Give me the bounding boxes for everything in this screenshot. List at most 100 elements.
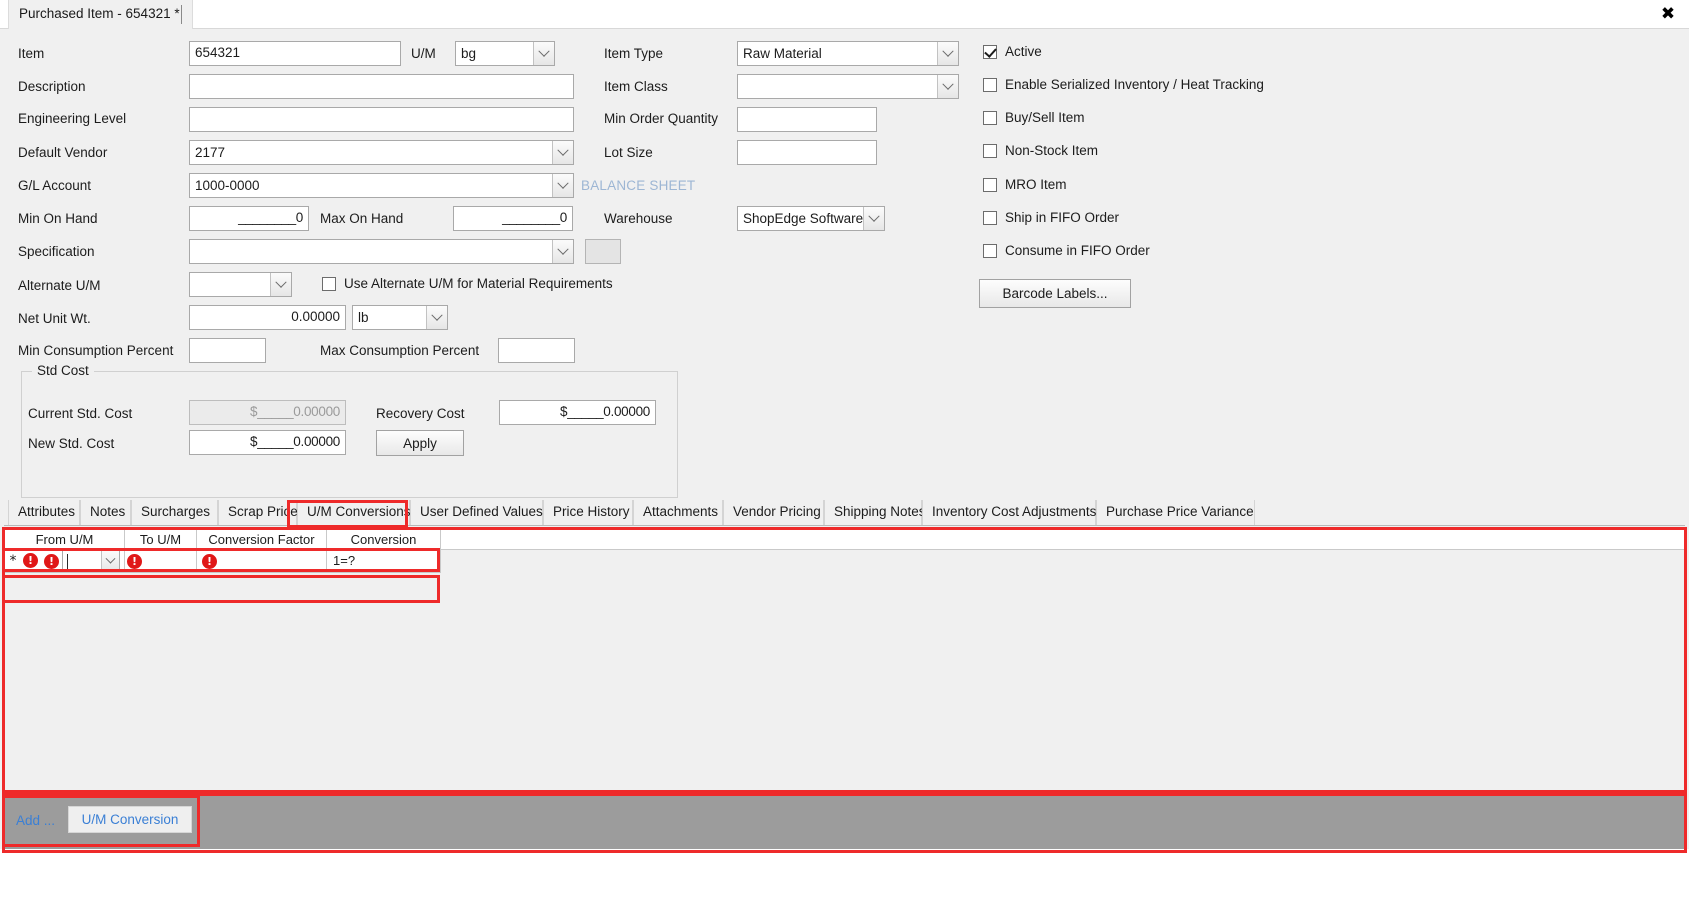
max-consumption-percent-input[interactable]	[498, 338, 575, 363]
tab-attachments[interactable]: Attachments	[633, 500, 723, 525]
chevron-down-icon[interactable]	[552, 141, 573, 164]
checkbox-buy-sell-item-label: Buy/Sell Item	[1005, 110, 1085, 125]
chevron-down-icon[interactable]	[426, 306, 447, 329]
item-input[interactable]: 654321	[189, 41, 401, 66]
apply-button[interactable]: Apply	[376, 430, 464, 456]
checkbox-buy-sell-item[interactable]: Buy/Sell Item	[983, 110, 1085, 125]
document-tab-purchased-item[interactable]: Purchased Item - 654321 *	[8, 0, 193, 29]
net-unit-wt-input[interactable]: 0.00000	[189, 305, 346, 330]
label-min-consumption-percent: Min Consumption Percent	[18, 343, 174, 358]
add-link[interactable]: Add ...	[16, 813, 55, 828]
min-consumption-percent-input[interactable]	[189, 338, 266, 363]
table-row[interactable]: * ! ! ! ! 1=?	[5, 550, 441, 573]
item-class-combobox[interactable]	[737, 74, 959, 99]
item-type-value: Raw Material	[743, 46, 822, 61]
label-specification: Specification	[18, 244, 95, 259]
label-description: Description	[18, 79, 86, 94]
chevron-down-icon[interactable]	[552, 240, 573, 263]
label-alternate-um: Alternate U/M	[18, 278, 101, 293]
balance-sheet-text: BALANCE SHEET	[581, 178, 696, 193]
cell-to-um[interactable]: !	[125, 550, 197, 572]
tab-vendor-pricing[interactable]: Vendor Pricing	[723, 500, 824, 525]
alternate-um-combobox[interactable]	[189, 272, 292, 297]
label-current-std-cost: Current Std. Cost	[28, 406, 133, 421]
row-error-icon[interactable]: !	[23, 553, 38, 568]
label-gl-account: G/L Account	[18, 178, 92, 193]
grid-header-to-um[interactable]: To U/M	[125, 530, 197, 549]
um-conversions-grid: From U/M To U/M Conversion Factor Conver…	[4, 529, 1685, 792]
use-alternate-um-checkbox[interactable]: Use Alternate U/M for Material Requireme…	[322, 276, 613, 291]
checkbox-box	[983, 77, 997, 92]
to-um-error-icon[interactable]: !	[127, 553, 142, 569]
close-icon[interactable]: ✖	[1657, 3, 1679, 25]
chevron-down-icon[interactable]	[937, 75, 958, 98]
warehouse-combobox[interactable]: ShopEdge Software	[737, 206, 885, 231]
gl-account-combobox[interactable]: 1000-0000	[189, 173, 574, 198]
min-on-hand-input[interactable]: ________0	[189, 206, 309, 231]
item-type-combobox[interactable]: Raw Material	[737, 41, 959, 66]
from-um-cell-combobox[interactable]	[62, 550, 120, 572]
tab-notes[interactable]: Notes	[80, 500, 131, 525]
label-default-vendor: Default Vendor	[18, 145, 108, 160]
conversion-factor-error-icon[interactable]: !	[202, 553, 217, 569]
current-std-cost-input: $_____0.00000	[189, 400, 346, 425]
new-std-cost-input[interactable]: $_____0.00000	[189, 430, 346, 455]
cell-conversion-factor[interactable]: !	[197, 550, 327, 572]
max-on-hand-input[interactable]: ________0	[453, 206, 573, 231]
specification-combobox[interactable]	[189, 239, 574, 264]
cell-conversion[interactable]: 1=?	[327, 550, 441, 572]
tab-shipping-notes[interactable]: Shipping Notes	[824, 500, 926, 525]
document-tab-label: Purchased Item - 654321 *	[19, 6, 180, 21]
tab-purchase-price-variance[interactable]: Purchase Price Variance	[1096, 500, 1255, 525]
checkbox-non-stock-item-label: Non-Stock Item	[1005, 143, 1099, 158]
from-um-error-icon[interactable]: !	[44, 553, 59, 569]
checkbox-enable-serialized-inventory[interactable]: Enable Serialized Inventory / Heat Track…	[983, 77, 1264, 92]
checkbox-active[interactable]: Active	[983, 44, 1042, 59]
recovery-cost-input[interactable]: $_____0.00000	[499, 400, 656, 425]
tab-surcharges[interactable]: Surcharges	[131, 500, 218, 525]
tab-attributes[interactable]: Attributes	[8, 500, 80, 525]
chevron-down-icon[interactable]	[863, 207, 884, 230]
barcode-labels-button[interactable]: Barcode Labels...	[979, 279, 1131, 308]
to-um-error-glyph: !	[131, 554, 138, 568]
checkbox-box	[322, 276, 336, 291]
chevron-down-icon[interactable]	[101, 551, 119, 571]
description-input[interactable]	[189, 74, 574, 99]
conversion-factor-error-glyph: !	[206, 554, 213, 568]
checkbox-consume-in-fifo-order[interactable]: Consume in FIFO Order	[983, 243, 1150, 258]
item-detail-form: Item Description Engineering Level Defau…	[4, 30, 1685, 500]
min-order-quantity-input[interactable]	[737, 107, 877, 132]
specification-browse-button[interactable]	[585, 239, 621, 264]
lot-size-input[interactable]	[737, 140, 877, 165]
text-caret	[181, 5, 182, 24]
tab-user-defined-values[interactable]: User Defined Values	[410, 500, 543, 525]
tab-um-conversions[interactable]: U/M Conversions	[297, 500, 411, 525]
engineering-level-input[interactable]	[189, 107, 574, 132]
label-item: Item	[18, 46, 45, 61]
checkbox-mro-item-label: MRO Item	[1005, 177, 1067, 192]
default-vendor-combobox[interactable]: 2177	[189, 140, 574, 165]
checkbox-active-label: Active	[1005, 44, 1042, 59]
chevron-down-icon[interactable]	[270, 273, 291, 296]
new-std-cost-value: $_____0.00000	[250, 434, 340, 449]
chevron-down-icon[interactable]	[937, 42, 958, 65]
grid-header-conversion-factor[interactable]: Conversion Factor	[197, 530, 327, 549]
grid-header-from-um[interactable]: From U/M	[5, 530, 125, 549]
checkbox-mro-item[interactable]: MRO Item	[983, 177, 1067, 192]
um-conversion-button[interactable]: U/M Conversion	[68, 806, 192, 833]
net-unit-wt-um-combobox[interactable]: lb	[352, 305, 448, 330]
tab-inventory-cost-adjustments[interactable]: Inventory Cost Adjustments	[922, 500, 1096, 525]
chevron-down-icon[interactable]	[533, 42, 554, 65]
checkbox-ship-in-fifo-order[interactable]: Ship in FIFO Order	[983, 210, 1119, 225]
std-cost-group-title: Std Cost	[32, 363, 94, 378]
checkbox-non-stock-item[interactable]: Non-Stock Item	[983, 143, 1098, 158]
recovery-cost-value: $_____0.00000	[560, 404, 650, 419]
chevron-down-icon[interactable]	[552, 174, 573, 197]
tab-scrap-price[interactable]: Scrap Price	[218, 500, 298, 525]
um-combobox[interactable]: bg	[455, 41, 555, 66]
grid-header-conversion[interactable]: Conversion	[327, 530, 441, 549]
um-combobox-value: bg	[461, 46, 477, 61]
checkbox-ship-in-fifo-order-label: Ship in FIFO Order	[1005, 210, 1120, 225]
tab-price-history[interactable]: Price History	[543, 500, 633, 525]
cell-from-um[interactable]: !	[42, 550, 125, 572]
